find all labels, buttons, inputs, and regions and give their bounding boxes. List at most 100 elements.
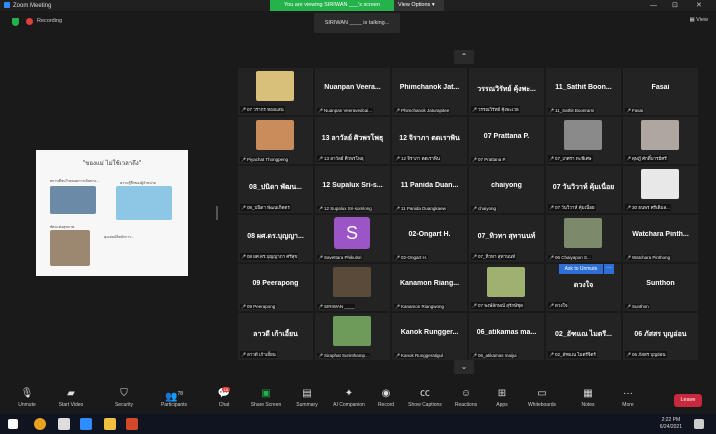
- participant-tile[interactable]: S Savettara Phikulsri: [315, 215, 390, 262]
- participant-tile[interactable]: 07 วันวิวาห์ คุ้มเนื่อย 07 วันวิวาห์ คุ้ม…: [546, 166, 621, 213]
- apps-icon: ⊞: [497, 388, 507, 399]
- participant-video: [256, 120, 294, 150]
- participant-tile[interactable]: Sunthon Sunthon: [623, 264, 698, 311]
- participant-label: ลาวดี เก้าเอี้ยน: [240, 351, 277, 358]
- view-button[interactable]: View: [689, 17, 708, 23]
- participant-label: ดวงใจ: [548, 302, 569, 309]
- participant-tile[interactable]: 02-Ongart H. 02-Ongart H.: [392, 215, 467, 262]
- file-explorer-icon[interactable]: [104, 418, 116, 430]
- record-icon: ◉: [381, 388, 391, 399]
- participant-tile[interactable]: Siraphat Surinthamp...: [315, 313, 390, 360]
- system-clock[interactable]: 2:22 PM 6/24/2021: [660, 417, 682, 431]
- participant-video: [333, 316, 371, 346]
- view-options-button[interactable]: View Options ▾: [394, 0, 444, 11]
- participant-tile[interactable]: 07_เกศรา ทะพีเศษ: [546, 117, 621, 164]
- participant-tile[interactable]: Kanamon Riang... Kanamon Riangwong: [392, 264, 467, 311]
- sparkle-icon: ✦: [344, 388, 354, 399]
- participant-tile[interactable]: 11_Sathit Boon... 11_Sathit Boonrami: [546, 68, 621, 115]
- more-options-button[interactable]: ···: [604, 264, 614, 274]
- shared-caption: คุณสมบัติหลักการ...: [104, 235, 134, 239]
- more-button[interactable]: ··· More: [614, 386, 642, 414]
- zoom-app-icon[interactable]: [80, 418, 92, 430]
- participant-name: 08_ปนิดา พัฒน...: [249, 184, 302, 191]
- participant-tile[interactable]: ลาวดี เก้าเอี้ยนลาวดี เก้าเอี้ยน: [238, 313, 313, 360]
- participant-tile[interactable]: Nuanpan Veera... Nuanpan Veeravedcai...: [315, 68, 390, 115]
- participant-tile[interactable]: 07 วรากร ทองแสน: [238, 68, 313, 115]
- participant-name: Watchara Pinth...: [632, 231, 689, 238]
- os-taskbar: 2:22 PM 6/24/2021: [0, 414, 716, 434]
- participant-tile[interactable]: วรรณวิรัทย์ คุ้งพะ... วรรณวิรัทย์ คุ้งพะเ…: [469, 68, 544, 115]
- whiteboards-button[interactable]: ▭ Whiteboards: [522, 386, 562, 414]
- maximize-button[interactable]: ⊡: [672, 0, 678, 11]
- ai-companion-button[interactable]: ✦ AI Companion: [330, 386, 368, 414]
- leave-button[interactable]: Leave: [674, 394, 702, 407]
- participant-tile[interactable]: SIRIWAN ____: [315, 264, 390, 311]
- ask-to-unmute-button[interactable]: Ask to Unmute: [559, 264, 603, 274]
- shared-heading: "ของแม่ ไม่ใช้เวลาถึง": [82, 160, 142, 167]
- reactions-button[interactable]: ☺ Reactions: [450, 386, 482, 414]
- participant-tile[interactable]: Piyachat Thongpeng: [238, 117, 313, 164]
- viewing-banner: You are viewing SIRIWAN ___'s screen: [270, 0, 394, 11]
- participant-tile[interactable]: 06 ภัสสร บุญอ่อน 06 ภัสสร บุญอ่อน: [623, 313, 698, 360]
- settings-icon[interactable]: [58, 418, 70, 430]
- show-captions-button[interactable]: ㏄ Show Captions: [404, 386, 446, 414]
- chrome-icon[interactable]: [34, 418, 46, 430]
- participant-tile[interactable]: 13 ลาวัลย์ ศิวพรโพธุ 13 ลาวัลย์ ศิวพรโพธุ: [315, 117, 390, 164]
- participant-tile[interactable]: 07 พงษ์ลักษณ์ สุรักษ์ชุด: [469, 264, 544, 311]
- participant-video: [256, 71, 294, 101]
- participant-label: 11 Panida Duangkaew: [394, 206, 447, 211]
- whiteboard-icon: ▭: [537, 388, 547, 399]
- security-button[interactable]: ⛉ Security: [108, 386, 140, 414]
- view-options-label: View Options: [398, 2, 431, 8]
- participant-tile[interactable]: 08 ผศ.ดร.บุญญา... 08 ผศ.ดร.บุญญาภา ศรีสุข: [238, 215, 313, 262]
- powerpoint-icon[interactable]: [126, 418, 138, 430]
- participant-tile[interactable]: 06 Chaiyapon S...: [546, 215, 621, 262]
- participant-tile[interactable]: chaiyong chaiyong: [469, 166, 544, 213]
- participant-tile[interactable]: Fasai Fasai: [623, 68, 698, 115]
- participant-tile[interactable]: ดุษฎี ศักดิ์บารมีศรี: [623, 117, 698, 164]
- participant-tile[interactable]: 07 Prattana P. 07 Prattana P.: [469, 117, 544, 164]
- notifications-icon[interactable]: [694, 419, 704, 429]
- summary-button[interactable]: ▤ Summary: [292, 386, 322, 414]
- chat-button[interactable]: 💬 16 Chat: [210, 386, 238, 414]
- clock-time: 2:22 PM: [661, 417, 681, 423]
- share-screen-button[interactable]: ▣ Share Screen: [246, 386, 286, 414]
- participant-tile[interactable]: 02_อัฑแณ ไมตรี... 02_อัฑแณ ไมตรีจิตร์: [546, 313, 621, 360]
- scroll-up-button[interactable]: ⌃: [454, 50, 474, 64]
- participant-tile[interactable]: 30 ธนพร ศรีเดิมล...: [623, 166, 698, 213]
- scroll-down-button[interactable]: ⌄: [454, 360, 474, 374]
- participant-tile[interactable]: Watchara Pinth... Watchara Pinthong: [623, 215, 698, 262]
- participant-tile[interactable]: 09 Peerapong 09 Peerapong: [238, 264, 313, 311]
- participant-tile[interactable]: 12 Supalux Sri-s... 12 Supalux Sri-somlon…: [315, 166, 390, 213]
- participant-tile[interactable]: 08_ปนิดา พัฒน... 08_ปนิดา พัฒนเกิดตร: [238, 166, 313, 213]
- start-video-button[interactable]: ▰ Start Video: [54, 386, 88, 414]
- windows-start-icon[interactable]: [8, 419, 18, 429]
- close-button[interactable]: ✕: [696, 0, 702, 11]
- notes-button[interactable]: ▦ Notes: [574, 386, 602, 414]
- participant-tile[interactable]: 07_ทิวทา สุทานนท์ 07_ทิวทา สุทานนท์: [469, 215, 544, 262]
- participant-label: Savettara Phikulsri: [317, 255, 363, 260]
- shared-photo: [50, 186, 96, 214]
- shared-caption: สถานที่ชมวิวตลอดการเดินทาง...: [50, 179, 100, 183]
- participant-count: 78: [177, 391, 183, 397]
- participant-name: chaiyong: [491, 182, 522, 189]
- avatar: S: [334, 217, 370, 249]
- record-button[interactable]: ◉ Record: [374, 386, 398, 414]
- participant-label: 30 ธนพร ศรีเดิมล...: [625, 204, 671, 211]
- window-title: Zoom Meeting: [4, 2, 51, 9]
- participant-tile[interactable]: Phimchanok Jat... Phimchanok Jaturapitee: [392, 68, 467, 115]
- apps-button[interactable]: ⊞ Apps: [490, 386, 514, 414]
- unmute-button[interactable]: 🎙 Unmute: [12, 386, 42, 414]
- participants-button[interactable]: 👥78 Participants: [154, 386, 194, 414]
- shield-icon: ⛉: [120, 388, 128, 399]
- minimize-button[interactable]: —: [650, 0, 657, 11]
- participant-label: 07 วันวิวาห์ คุ้มเนื่อย: [548, 204, 596, 211]
- participant-tile[interactable]: 11 Panida Duan... 11 Panida Duangkaew: [392, 166, 467, 213]
- participant-tile[interactable]: 06_atikamas ma... 06_atikamas maijui: [469, 313, 544, 360]
- participant-label: Kanamon Riangwong: [394, 304, 446, 309]
- participant-tile[interactable]: Kanok Rungger... Kanok Runggeratigul: [392, 313, 467, 360]
- shield-icon[interactable]: [12, 18, 19, 26]
- participant-tile[interactable]: 12 จิราภา ตดเราพิน 12 จิราภา ตดเราพิน: [392, 117, 467, 164]
- split-handle[interactable]: [216, 206, 218, 220]
- shared-illustration: [116, 186, 172, 220]
